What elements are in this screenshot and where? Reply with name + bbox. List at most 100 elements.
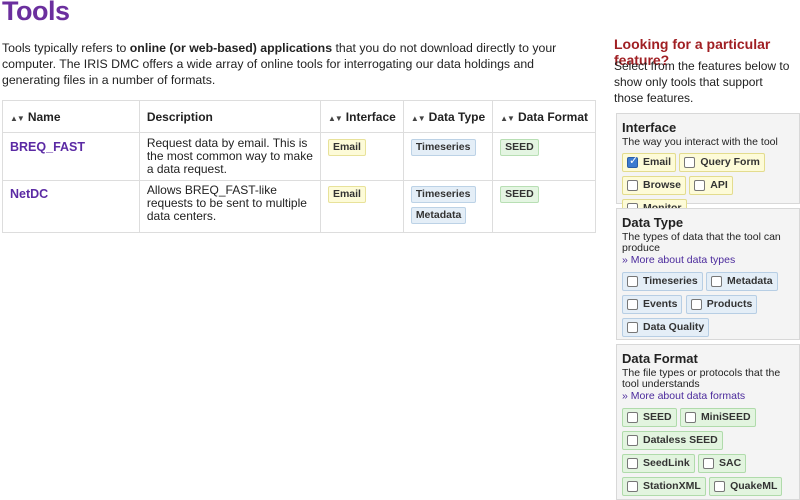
table-cell-name: NetDC bbox=[2, 180, 140, 233]
panel-title: Data Format bbox=[622, 351, 698, 366]
checkbox-icon[interactable] bbox=[627, 299, 638, 310]
sort-arrows-icon[interactable]: ▲▼ bbox=[411, 114, 426, 123]
filter-subtext: Select from the features below to show o… bbox=[614, 59, 790, 105]
table-cell-description: Request data by email. This is the most … bbox=[138, 132, 321, 181]
column-header-data-type[interactable]: ▲▼ Data Type bbox=[402, 100, 494, 133]
panel-title: Interface bbox=[622, 120, 677, 135]
table-cell-description: Allows BREQ_FAST-like requests to be sen… bbox=[138, 180, 321, 233]
table-cell-data-type: Timeseries bbox=[402, 132, 494, 181]
data-type-tag: Metadata bbox=[410, 207, 467, 224]
more-about-data-types-link[interactable]: » More about data types bbox=[622, 254, 794, 266]
tools-table: ▲▼ Name Description ▲▼ Interface ▲▼ Data Ty… bbox=[2, 100, 596, 233]
option-label: Timeseries bbox=[643, 275, 698, 287]
option-label: QuakeML bbox=[730, 480, 778, 492]
sort-arrows-icon[interactable]: ▲▼ bbox=[500, 114, 515, 123]
tool-link-netdc[interactable]: NetDC bbox=[10, 188, 48, 201]
filter-option-browse[interactable]: Browse bbox=[622, 176, 686, 195]
page-title: Tools bbox=[2, 0, 70, 26]
filter-option-miniseed[interactable]: MiniSEED bbox=[679, 408, 756, 427]
column-header-label: Data Type bbox=[428, 109, 486, 124]
filter-option-dataless-seed[interactable]: Dataless SEED bbox=[622, 431, 723, 450]
option-label: SeedLink bbox=[643, 457, 690, 469]
column-header-label: Name bbox=[27, 109, 61, 124]
data-format-tag: SEED bbox=[500, 139, 539, 156]
option-label: Query Form bbox=[700, 156, 760, 168]
checkbox-icon[interactable] bbox=[684, 412, 696, 423]
data-format-tag: SEED bbox=[500, 186, 539, 203]
intro-pre: Tools typically refers to bbox=[2, 41, 130, 55]
checkbox-icon[interactable] bbox=[684, 157, 696, 168]
checkbox-icon[interactable] bbox=[627, 458, 638, 469]
data-format-options: SEED MiniSEED Dataless SEED SeedLink SAC… bbox=[622, 408, 794, 500]
table-cell-name: BREQ_FAST bbox=[2, 132, 140, 181]
option-label: SAC bbox=[719, 457, 742, 469]
filter-option-seed[interactable]: SEED bbox=[622, 408, 677, 427]
checkbox-icon[interactable] bbox=[690, 299, 702, 310]
filter-option-data-quality[interactable]: Data Quality bbox=[622, 318, 710, 337]
checkbox-icon[interactable] bbox=[627, 412, 638, 423]
panel-description: The types of data that the tool can prod… bbox=[622, 231, 781, 254]
option-label: Data Quality bbox=[643, 321, 705, 333]
filter-option-quakeml[interactable]: QuakeML bbox=[709, 477, 783, 496]
option-label: StationXML bbox=[643, 480, 701, 492]
table-header-row: ▲▼ Name Description ▲▼ Interface ▲▼ Data Ty… bbox=[2, 100, 596, 133]
checkbox-icon[interactable] bbox=[627, 322, 638, 333]
column-header-data-format[interactable]: ▲▼ Data Format bbox=[492, 100, 596, 133]
table-cell-data-format: SEED bbox=[492, 132, 596, 181]
checkbox-icon[interactable] bbox=[711, 276, 723, 287]
sort-arrows-icon[interactable]: ▲▼ bbox=[10, 114, 25, 123]
interface-tag: Email bbox=[327, 139, 366, 156]
checkbox-icon[interactable] bbox=[627, 435, 638, 446]
data-type-tag: Timeseries bbox=[410, 139, 476, 156]
checkbox-icon[interactable] bbox=[627, 155, 638, 168]
tool-link-breq-fast[interactable]: BREQ_FAST bbox=[10, 141, 85, 154]
option-label: SEED bbox=[643, 411, 672, 423]
data-format-filter-panel: Data Format The file types or protocols … bbox=[616, 344, 800, 500]
checkbox-icon[interactable] bbox=[627, 180, 638, 191]
table-row: NetDC Allows BREQ_FAST-like requests to … bbox=[2, 180, 596, 233]
filter-option-sac[interactable]: SAC bbox=[698, 454, 747, 473]
panel-description: The way you interact with the tool bbox=[622, 136, 778, 148]
panel-title: Data Type bbox=[622, 215, 684, 230]
interface-tag: Email bbox=[327, 186, 366, 203]
filter-option-api[interactable]: API bbox=[689, 176, 733, 195]
column-header-description: Description bbox=[138, 100, 321, 133]
column-header-interface[interactable]: ▲▼ Interface bbox=[319, 100, 404, 133]
option-label: Events bbox=[643, 298, 678, 310]
option-label: Browse bbox=[643, 179, 681, 191]
table-cell-interface: Email bbox=[319, 180, 404, 233]
filter-option-timeseries[interactable]: Timeseries bbox=[622, 272, 703, 291]
table-cell-data-type: Timeseries Metadata bbox=[402, 180, 494, 233]
filter-option-seedlink[interactable]: SeedLink bbox=[622, 454, 695, 473]
column-header-name[interactable]: ▲▼ Name bbox=[2, 100, 140, 133]
option-label: API bbox=[710, 179, 728, 191]
option-label: Products bbox=[706, 298, 753, 310]
checkbox-icon[interactable] bbox=[694, 180, 706, 191]
panel-description: The file types or protocols that the too… bbox=[622, 367, 781, 390]
filter-option-email[interactable]: Email bbox=[622, 153, 677, 172]
column-header-label: Interface bbox=[345, 109, 396, 124]
table-cell-interface: Email bbox=[319, 132, 404, 181]
filter-option-products[interactable]: Products bbox=[685, 295, 758, 314]
more-about-data-formats-link[interactable]: » More about data formats bbox=[622, 390, 794, 402]
column-header-label: Data Format bbox=[517, 109, 588, 124]
option-label: Dataless SEED bbox=[643, 434, 718, 446]
checkbox-icon[interactable] bbox=[627, 481, 638, 492]
checkbox-icon[interactable] bbox=[703, 458, 715, 469]
filter-option-stationxml[interactable]: StationXML bbox=[622, 477, 706, 496]
filter-option-metadata[interactable]: Metadata bbox=[706, 272, 778, 291]
column-header-label: Description bbox=[146, 109, 213, 124]
data-type-options: Timeseries Metadata Events Products Data… bbox=[622, 272, 794, 341]
data-type-filter-panel: Data Type The types of data that the too… bbox=[616, 208, 800, 340]
filter-option-query-form[interactable]: Query Form bbox=[679, 153, 765, 172]
interface-filter-panel: Interface The way you interact with the … bbox=[616, 113, 800, 218]
sort-arrows-icon[interactable]: ▲▼ bbox=[328, 114, 343, 123]
intro-text: Tools typically refers to online (or web… bbox=[2, 40, 594, 88]
intro-bold: online (or web-based) applications bbox=[129, 41, 333, 55]
table-row: BREQ_FAST Request data by email. This is… bbox=[2, 132, 596, 181]
filter-option-events[interactable]: Events bbox=[622, 295, 683, 314]
data-type-tag: Timeseries bbox=[410, 186, 476, 203]
table-cell-data-format: SEED bbox=[492, 180, 596, 233]
checkbox-icon[interactable] bbox=[627, 276, 638, 287]
checkbox-icon[interactable] bbox=[714, 481, 726, 492]
